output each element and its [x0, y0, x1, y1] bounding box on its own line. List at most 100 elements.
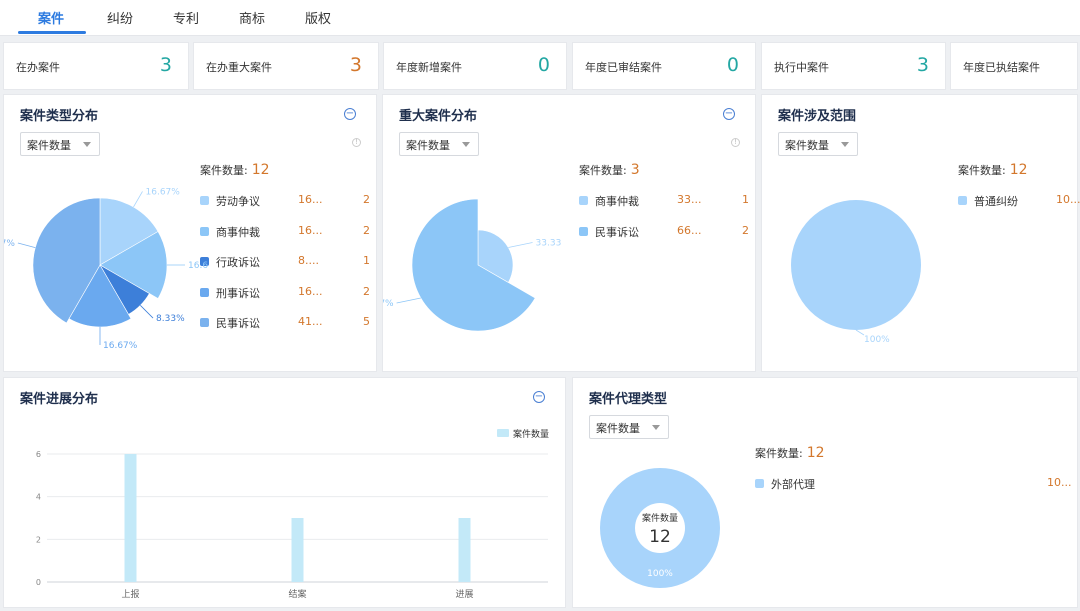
legend-name: 商事仲裁	[595, 195, 639, 208]
panel-case-scope: 案件涉及范围 案件数量 案件数量: 12 普通纠纷 10... 100%	[761, 94, 1080, 372]
stat-card-active-major-cases[interactable]: 在办重大案件 3	[193, 42, 379, 90]
pie-slice-label: 16.67%	[146, 187, 181, 197]
y-tick-label: 2	[36, 535, 41, 544]
metric-dropdown[interactable]: 案件数量	[589, 415, 669, 439]
caret-down-icon	[652, 425, 660, 430]
legend-count: 2	[363, 193, 370, 206]
legend-item[interactable]: 刑事诉讼 16... 2	[200, 285, 380, 301]
tab-cases[interactable]: 案件	[38, 8, 64, 27]
stat-card-closed-cases-year[interactable]: 年度已审结案件 0	[572, 42, 756, 90]
legend-swatch	[200, 287, 209, 297]
bar	[124, 454, 137, 582]
stat-value: 3	[916, 54, 929, 76]
caret-down-icon	[462, 142, 470, 147]
y-tick-label: 4	[36, 493, 41, 502]
legend-percent: 16...	[298, 284, 323, 298]
stat-label: 年度已执结案件	[963, 61, 1040, 74]
pie-slice-label: 6.67%	[383, 299, 394, 309]
x-tick-label: 上报	[121, 588, 139, 600]
legend-swatch	[497, 429, 509, 437]
stat-label: 执行中案件	[774, 61, 829, 74]
pie-slice-label: 16.67%	[103, 341, 138, 351]
dropdown-value: 案件数量	[27, 139, 71, 152]
panel-agency-type: 案件代理类型 案件数量 案件数量: 12 外部代理 10... 案件数量 12 100%	[572, 377, 1078, 608]
info-icon[interactable]: !	[731, 138, 740, 147]
pie-slice	[791, 200, 921, 330]
collapse-icon[interactable]: −	[344, 108, 356, 120]
pie-slice	[99, 264, 150, 315]
legend-name: 外部代理	[771, 478, 815, 491]
y-tick-label: 0	[36, 578, 41, 587]
legend-item[interactable]: 外部代理 10...	[755, 476, 1072, 492]
legend-count: 2	[363, 284, 370, 298]
stat-card-new-cases-year[interactable]: 年度新增案件 0	[383, 42, 567, 90]
legend-percent: 10...	[1047, 476, 1072, 489]
stat-value: 0	[726, 54, 739, 76]
y-tick-label: 6	[36, 450, 41, 459]
tab-trademarks[interactable]: 商标	[239, 8, 265, 27]
stat-value: 0	[537, 54, 550, 76]
legend-name: 普通纠纷	[974, 195, 1018, 208]
legend-count: 2	[742, 223, 749, 237]
legend-item[interactable]: 普通纠纷 10...	[958, 193, 1080, 209]
count-value: 12	[251, 162, 270, 178]
stat-label: 年度新增案件	[396, 61, 462, 74]
active-tab-indicator	[18, 31, 86, 34]
x-tick-label: 结案	[288, 588, 306, 600]
legend-swatch	[200, 257, 209, 266]
metric-dropdown[interactable]: 案件数量	[20, 132, 100, 156]
pie-slice	[32, 197, 101, 324]
legend-item[interactable]: 民事诉讼 66... 2	[579, 224, 759, 240]
donut-hole	[635, 503, 685, 553]
legend-percent: 16...	[298, 193, 323, 206]
info-icon[interactable]: !	[352, 138, 361, 147]
pie-slice-label: 33.33	[536, 239, 562, 249]
legend-item[interactable]: 行政诉讼 8.... 1	[200, 254, 380, 270]
tab-copyright[interactable]: 版权	[305, 8, 331, 27]
donut-center-label: 案件数量	[642, 512, 678, 524]
total-count: 案件数量: 12	[200, 162, 270, 178]
legend-count: 1	[363, 254, 370, 267]
tab-patents[interactable]: 专利	[173, 8, 199, 27]
donut-center-value: 12	[649, 527, 671, 547]
stat-card-executing-cases[interactable]: 执行中案件 3	[761, 42, 946, 90]
panel-title: 案件代理类型	[589, 392, 668, 407]
legend-label: 案件数量	[513, 428, 549, 440]
pie-slice	[99, 197, 159, 266]
metric-dropdown[interactable]: 案件数量	[778, 132, 858, 156]
pie-slice	[477, 229, 514, 283]
legend-item[interactable]: 商事仲裁 16... 2	[200, 224, 380, 240]
panel-title: 案件类型分布	[20, 109, 99, 124]
panel-case-type-distribution: 案件类型分布 − 案件数量 ! 案件数量: 12 劳动争议 16... 2 商事仲裁 16…	[3, 94, 377, 372]
legend-item[interactable]: 劳动争议 16... 2	[200, 193, 380, 209]
tab-disputes[interactable]: 纠纷	[107, 8, 133, 27]
bar	[458, 518, 471, 582]
legend-name: 民事诉讼	[216, 317, 260, 330]
collapse-icon[interactable]: −	[723, 108, 735, 120]
legend-name: 商事仲裁	[216, 225, 260, 239]
stat-card-active-cases[interactable]: 在办案件 3	[3, 42, 189, 90]
stat-value: 3	[159, 54, 172, 76]
total-count: 案件数量: 3	[579, 162, 640, 178]
legend-item[interactable]: 商事仲裁 33... 1	[579, 193, 759, 209]
top-tab-bar: 案件 纠纷 专利 商标 版权	[0, 0, 1080, 36]
metric-dropdown[interactable]: 案件数量	[399, 132, 479, 156]
legend-percent: 66...	[677, 223, 702, 237]
legend-item[interactable]: 民事诉讼 41... 5	[200, 315, 380, 331]
legend-swatch	[958, 196, 967, 205]
pie-slice-label: 8.33%	[156, 314, 185, 324]
count-label: 案件数量:	[755, 447, 803, 460]
total-count: 案件数量: 12	[755, 445, 825, 461]
label-leader-line	[17, 242, 36, 249]
pie-slice	[411, 198, 536, 332]
label-leader-line	[396, 297, 421, 304]
legend-count: 1	[742, 193, 749, 206]
stat-value: 3	[349, 54, 362, 76]
label-leader-line	[855, 329, 865, 336]
legend-swatch	[755, 479, 764, 488]
label-leader-line	[508, 242, 533, 248]
donut-ring	[600, 468, 720, 588]
stat-card-executed-cases-year[interactable]: 年度已执结案件	[950, 42, 1078, 90]
pie-slice-label: 37%	[4, 239, 15, 249]
count-label: 案件数量:	[579, 164, 627, 177]
